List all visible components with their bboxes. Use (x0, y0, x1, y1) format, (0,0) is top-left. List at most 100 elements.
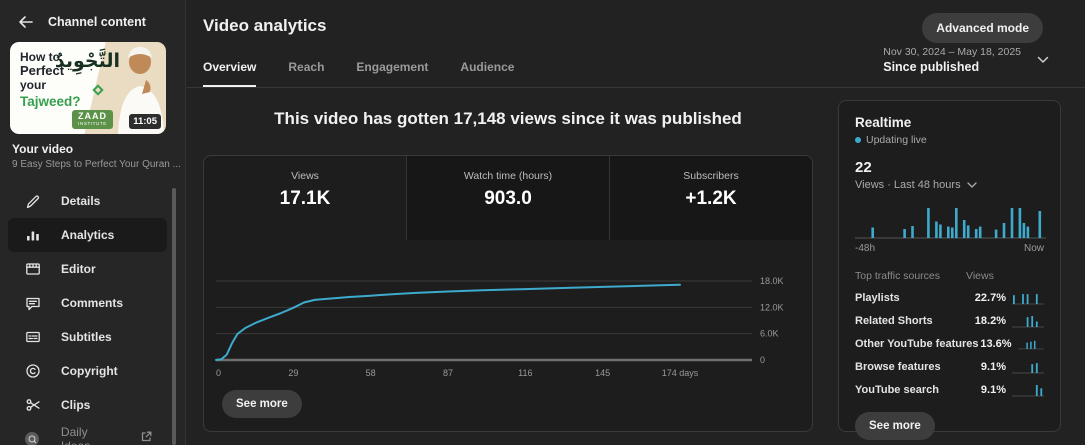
youtube-studio-analytics-page: Channel content How to Perfect your Tajw… (0, 0, 1085, 445)
comment-icon (24, 295, 41, 312)
traffic-sparkline (1018, 337, 1044, 351)
back-arrow-icon[interactable] (18, 14, 34, 30)
sidebar-item-comments[interactable]: Comments (8, 286, 167, 320)
thumb-title-accent: Tajweed? (20, 94, 81, 109)
svg-text:18.0K: 18.0K (760, 276, 784, 286)
svg-text:0: 0 (216, 368, 221, 378)
sidebar-item-editor[interactable]: Editor (8, 252, 167, 286)
metric-watch-time[interactable]: Watch time (hours) 903.0 (406, 156, 609, 240)
traffic-row-related-shorts[interactable]: Related Shorts 18.2% (855, 314, 1044, 328)
traffic-source-value: 9.1% (966, 384, 1006, 396)
tab-reach[interactable]: Reach (288, 60, 324, 87)
traffic-sparkline (1012, 383, 1044, 397)
tab-overview[interactable]: Overview (203, 60, 256, 87)
svg-text:116: 116 (518, 368, 532, 378)
sidebar-item-label: Editor (61, 262, 96, 276)
axis-label-left: -48h (855, 243, 875, 254)
live-dot-icon (855, 137, 861, 143)
page-title: Video analytics (203, 16, 326, 36)
copyright-icon (24, 363, 41, 380)
svg-text:145: 145 (595, 368, 610, 378)
video-duration-badge: 11:05 (129, 114, 161, 129)
realtime-see-more-button[interactable]: See more (855, 412, 935, 440)
sidebar-item-clips[interactable]: Clips (8, 388, 167, 422)
realtime-caption[interactable]: Views · Last 48 hours (855, 179, 1044, 191)
realtime-views-count: 22 (855, 159, 1044, 176)
svg-text:87: 87 (443, 368, 453, 378)
metric-tabs: Views 17.1K Watch time (hours) 903.0 Sub… (204, 156, 812, 240)
back-label[interactable]: Channel content (48, 15, 146, 29)
traffic-source-value: 13.6% (978, 338, 1011, 350)
updating-live-label: Updating live (866, 134, 927, 146)
date-range-text: Nov 30, 2024 – May 18, 2025 (883, 46, 1021, 58)
sidebar-item-details[interactable]: Details (8, 184, 167, 218)
svg-text:0: 0 (760, 355, 765, 365)
traffic-source-value: 9.1% (966, 361, 1006, 373)
metric-views[interactable]: Views 17.1K (204, 156, 406, 240)
sidebar-item-label: Details (61, 194, 100, 208)
traffic-source-label: Browse features (855, 361, 966, 373)
traffic-source-label: Other YouTube features (855, 338, 978, 350)
sidebar-scrollbar[interactable] (172, 188, 176, 445)
main-content: Video analytics Advanced mode Overview R… (187, 0, 1085, 445)
metric-label: Subscribers (610, 170, 812, 182)
scissors-icon (24, 397, 41, 414)
sidebar-item-copyright[interactable]: Copyright (8, 354, 167, 388)
analytics-tabs: Overview Reach Engagement Audience (203, 60, 514, 87)
sidebar-item-analytics[interactable]: Analytics (8, 218, 167, 252)
date-mode-text: Since published (883, 60, 1021, 74)
traffic-source-label: Playlists (855, 292, 966, 304)
sidebar-item-label: Clips (61, 398, 90, 412)
axis-label-right: Now (1024, 243, 1044, 254)
sidebar-item-daily-ideas[interactable]: Daily Ideas (8, 422, 167, 445)
chevron-down-icon (967, 182, 977, 189)
metric-subscribers[interactable]: Subscribers +1.2K (609, 156, 812, 240)
realtime-card: Realtime Updating live 22 Views · Last 4… (838, 100, 1061, 432)
thumb-title-line: your (20, 79, 81, 92)
traffic-source-value: 18.2% (966, 315, 1006, 327)
metric-label: Views (204, 170, 406, 182)
traffic-row-playlists[interactable]: Playlists 22.7% (855, 291, 1044, 305)
traffic-sparkline (1012, 360, 1044, 374)
film-icon (24, 261, 41, 278)
realtime-title: Realtime (855, 115, 1044, 130)
traffic-source-label: YouTube search (855, 384, 966, 396)
svg-text:29: 29 (288, 368, 298, 378)
your-video-label: Your video (0, 128, 185, 156)
svg-text:12.0K: 12.0K (760, 302, 784, 312)
realtime-bar-chart (855, 203, 1046, 241)
views-line-chart[interactable]: 0 6.0K 12.0K 18.0K 0 29 58 87 116 145 174 days (204, 256, 812, 384)
traffic-row-youtube-search[interactable]: YouTube search 9.1% (855, 383, 1044, 397)
diamond-ornament (92, 84, 103, 95)
header-divider (187, 87, 1085, 88)
traffic-row-browse-features[interactable]: Browse features 9.1% (855, 360, 1044, 374)
date-range-selector[interactable]: Nov 30, 2024 – May 18, 2025 Since publis… (883, 46, 1049, 74)
video-thumbnail[interactable]: How to Perfect your Tajweed? التَّجْوِيد… (10, 42, 166, 134)
sidebar-item-subtitles[interactable]: Subtitles (8, 320, 167, 354)
views-headline: This video has gotten 17,148 views since… (203, 109, 813, 129)
sidebar-item-label: Analytics (61, 228, 114, 242)
traffic-table-header: Top traffic sources Views (855, 270, 1044, 282)
pencil-icon (24, 193, 41, 210)
traffic-source-label: Related Shorts (855, 315, 966, 327)
svg-text:6.0K: 6.0K (760, 329, 779, 339)
tab-engagement[interactable]: Engagement (356, 60, 428, 87)
sidebar: Channel content How to Perfect your Tajw… (0, 0, 186, 445)
bar-chart-icon (24, 227, 41, 244)
see-more-button[interactable]: See more (222, 390, 302, 418)
traffic-sparkline (1012, 291, 1044, 305)
svg-text:174 days: 174 days (662, 368, 699, 378)
key-metrics-card: Views 17.1K Watch time (hours) 903.0 Sub… (203, 155, 813, 432)
metric-value: +1.2K (610, 188, 812, 210)
sidebar-item-label: Daily Ideas (61, 425, 120, 445)
svg-text:58: 58 (366, 368, 376, 378)
sidebar-item-label: Comments (61, 296, 123, 310)
traffic-sparkline (1012, 314, 1044, 328)
sidebar-item-label: Copyright (61, 364, 118, 378)
traffic-source-value: 22.7% (966, 292, 1006, 304)
sidebar-item-label: Subtitles (61, 330, 112, 344)
traffic-row-other-features[interactable]: Other YouTube features 13.6% (855, 337, 1044, 351)
tab-audience[interactable]: Audience (460, 60, 514, 87)
advanced-mode-button[interactable]: Advanced mode (922, 13, 1043, 43)
zaad-institute-badge: ZAAD INSTITUTE (72, 110, 113, 129)
